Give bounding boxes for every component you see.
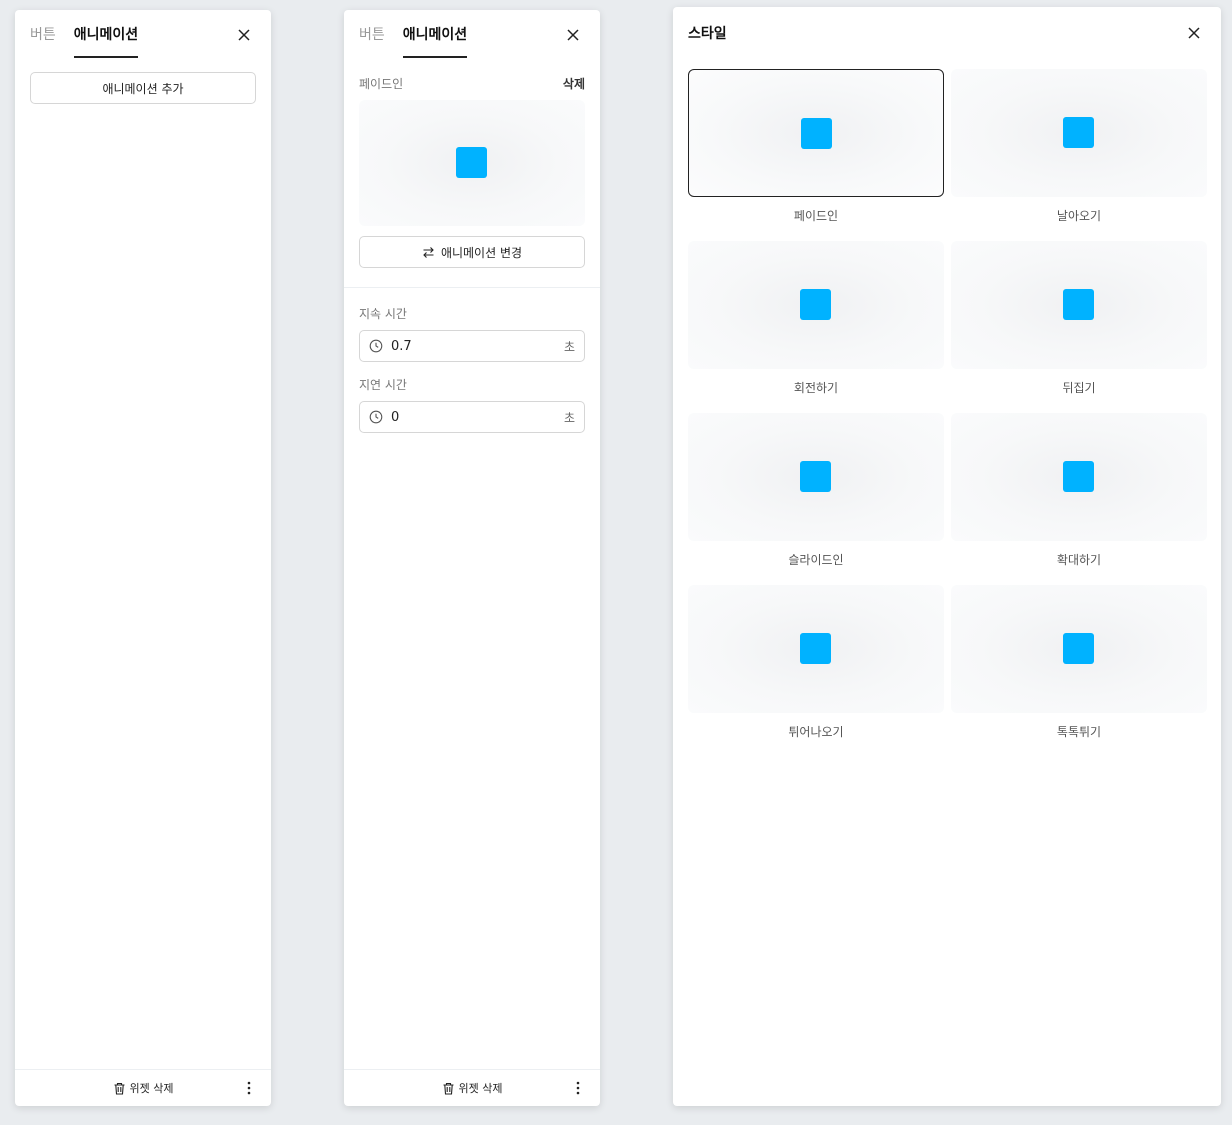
tab-bar: 버튼 애니메이션 [30, 24, 139, 58]
widget-panel-animation: 버튼 애니메이션 페이드인 삭제 애니메이션 변경 지속 시간 0.7 초 지연… [344, 10, 600, 1106]
delete-animation-link[interactable]: 삭제 [563, 75, 585, 92]
tab-animation[interactable]: 애니메이션 [73, 24, 139, 58]
preview-cube [1063, 633, 1094, 664]
style-preview [688, 413, 944, 541]
style-label: 날아오기 [1056, 209, 1102, 223]
tab-button[interactable]: 버튼 [30, 24, 56, 58]
preview-cube [801, 118, 832, 149]
tab-animation[interactable]: 애니메이션 [402, 24, 468, 58]
more-vertical-icon[interactable] [243, 1080, 255, 1096]
panel-title: 스타일 [688, 26, 727, 42]
delete-widget-button[interactable]: 위젯 삭제 [113, 1080, 174, 1096]
style-preview [688, 69, 944, 197]
clock-icon [369, 339, 383, 353]
style-label: 뒤집기 [1062, 381, 1096, 395]
style-preview [951, 585, 1207, 713]
preview-cube [800, 633, 831, 664]
preview-cube [1063, 117, 1094, 148]
add-animation-button[interactable]: 애니메이션 추가 [30, 72, 256, 104]
style-preview [688, 585, 944, 713]
delete-widget-label: 위젯 삭제 [458, 1082, 503, 1095]
style-label: 페이드인 [793, 209, 839, 223]
delay-field[interactable]: 0 초 [359, 401, 585, 433]
delete-widget-button[interactable]: 위젯 삭제 [442, 1080, 503, 1096]
trash-icon [114, 1082, 124, 1095]
preview-cube [800, 289, 831, 320]
duration-value[interactable]: 0.7 [391, 339, 564, 354]
style-picker-panel: 스타일 페이드인 날아오기 회전하기 뒤집기 슬라이드인 확대하기 튀어나오기 … [673, 7, 1221, 1106]
delay-unit: 초 [563, 410, 575, 425]
preview-cube [1063, 461, 1094, 492]
style-label: 톡톡튀기 [1056, 725, 1102, 739]
duration-label: 지속 시간 [359, 307, 407, 321]
swap-icon [423, 246, 434, 258]
preview-cube [456, 147, 487, 178]
style-preview [688, 241, 944, 369]
trash-icon [443, 1082, 453, 1095]
add-animation-label: 애니메이션 추가 [102, 81, 184, 96]
style-label: 확대하기 [1056, 553, 1102, 567]
tab-button[interactable]: 버튼 [359, 24, 385, 58]
animation-name: 페이드인 [359, 77, 404, 91]
tab-bar: 버튼 애니메이션 [359, 24, 468, 58]
close-icon[interactable] [564, 26, 582, 44]
style-preview [951, 69, 1207, 197]
change-animation-label: 애니메이션 변경 [440, 245, 523, 260]
style-preview [951, 413, 1207, 541]
clock-icon [369, 410, 383, 424]
duration-unit: 초 [563, 339, 575, 354]
style-preview [951, 241, 1207, 369]
style-label: 슬라이드인 [788, 553, 844, 567]
more-vertical-icon[interactable] [572, 1080, 584, 1096]
delay-value[interactable]: 0 [391, 410, 564, 425]
widget-panel-empty: 버튼 애니메이션 애니메이션 추가 위젯 삭제 [15, 10, 271, 1106]
style-label: 튀어나오기 [788, 725, 844, 739]
change-animation-button[interactable]: 애니메이션 변경 [359, 236, 585, 268]
delay-label: 지연 시간 [359, 378, 407, 392]
close-icon[interactable] [1185, 24, 1203, 42]
animation-preview [359, 100, 585, 226]
duration-field[interactable]: 0.7 초 [359, 330, 585, 362]
style-label: 회전하기 [793, 381, 839, 395]
panel-footer: 위젯 삭제 [344, 1069, 600, 1106]
delete-widget-label: 위젯 삭제 [129, 1082, 174, 1095]
close-icon[interactable] [235, 26, 253, 44]
panel-footer: 위젯 삭제 [15, 1069, 271, 1106]
preview-cube [1063, 289, 1094, 320]
preview-cube [800, 461, 831, 492]
section-divider [344, 287, 600, 288]
